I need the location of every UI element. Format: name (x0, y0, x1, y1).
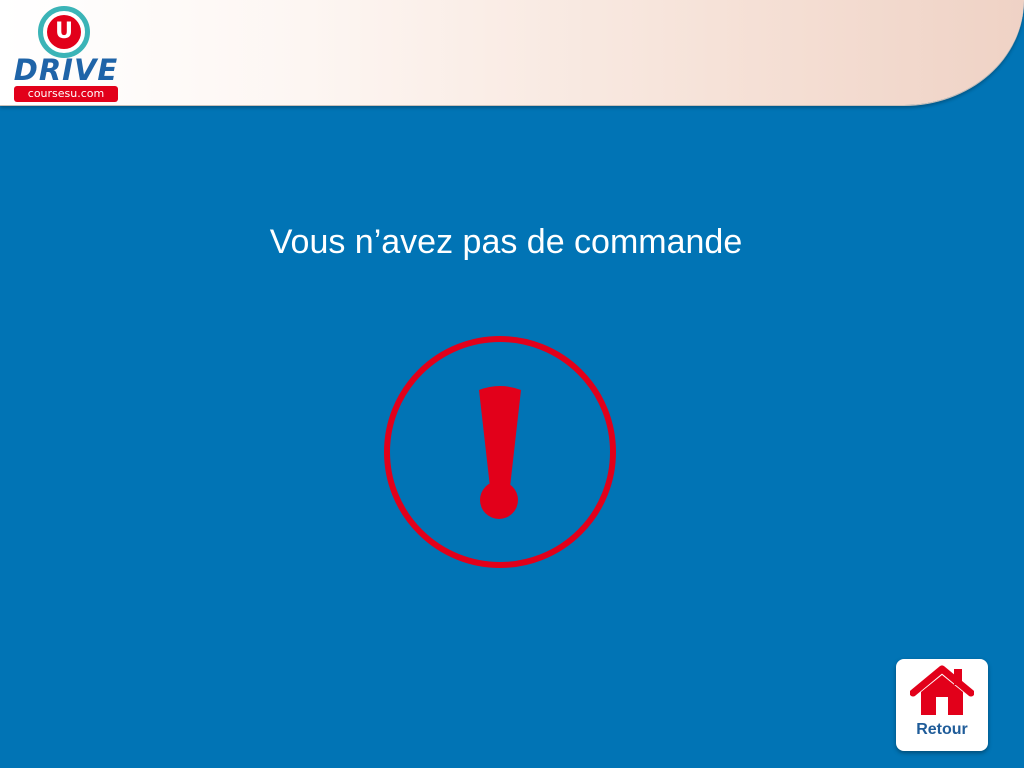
u-badge-icon: U (38, 6, 90, 58)
home-icon (909, 665, 975, 717)
back-button[interactable]: Retour (896, 659, 988, 751)
exclamation-circle-icon (383, 336, 619, 572)
logo-site-text: coursesu.com (14, 86, 118, 102)
u-drive-logo[interactable]: U DRIVE coursesu.com (8, 4, 124, 104)
logo-brand-text: DRIVE (13, 53, 119, 87)
header-band (0, 0, 1024, 105)
header: U DRIVE coursesu.com (0, 0, 1024, 108)
u-badge-letter: U (47, 15, 81, 49)
no-order-message: Vous n’avez pas de commande (269, 223, 743, 261)
back-button-label: Retour (916, 721, 968, 738)
